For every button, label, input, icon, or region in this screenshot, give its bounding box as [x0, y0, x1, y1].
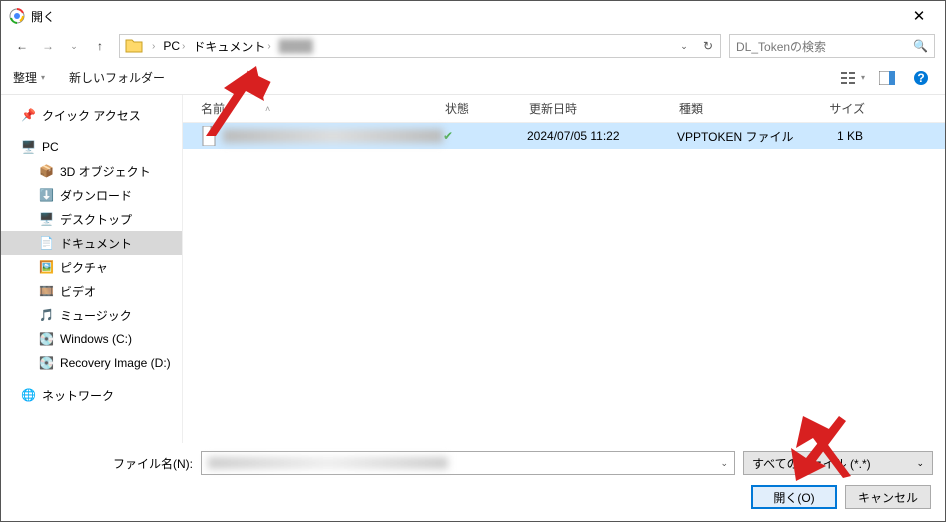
- up-button[interactable]: ↑: [89, 35, 111, 57]
- open-button[interactable]: 開く(O): [751, 485, 837, 509]
- pin-icon: 📌: [21, 108, 36, 122]
- file-type: VPPTOKEN ファイル: [677, 128, 797, 145]
- filename-value-redacted: [208, 457, 448, 469]
- window-title: 開く: [31, 8, 901, 25]
- sidebar-desktop[interactable]: 🖥️デスクトップ: [1, 207, 182, 231]
- file-row[interactable]: ✔ 2024/07/05 11:22 VPPTOKEN ファイル 1 KB: [183, 123, 945, 149]
- breadcrumb-documents[interactable]: ドキュメント ›: [189, 38, 274, 55]
- file-icon: [201, 126, 217, 146]
- view-options-button[interactable]: ▾: [841, 67, 865, 89]
- folder-icon: [124, 36, 144, 56]
- pc-icon: 🖥️: [21, 140, 36, 154]
- download-icon: ⬇️: [39, 188, 54, 202]
- music-icon: 🎵: [39, 308, 54, 322]
- desktop-icon: 🖥️: [39, 212, 54, 226]
- dropdown-icon[interactable]: ⌄: [672, 35, 696, 57]
- sidebar-3d-objects[interactable]: 📦3D オブジェクト: [1, 159, 182, 183]
- app-icon: [9, 8, 25, 24]
- sidebar-d-drive[interactable]: 💽Recovery Image (D:): [1, 351, 182, 375]
- search-placeholder: DL_Tokenの検索: [736, 38, 826, 55]
- back-button[interactable]: ←: [11, 35, 33, 57]
- sidebar-c-drive[interactable]: 💽Windows (C:): [1, 327, 182, 351]
- refresh-button[interactable]: ↻: [696, 35, 720, 57]
- svg-text:?: ?: [917, 71, 924, 85]
- sidebar-quick-access[interactable]: 📌 クイック アクセス: [1, 103, 182, 127]
- sidebar-pictures[interactable]: 🖼️ピクチャ: [1, 255, 182, 279]
- search-icon: 🔍: [913, 39, 928, 53]
- filename-label: ファイル名(N):: [13, 455, 193, 472]
- sidebar-music[interactable]: 🎵ミュージック: [1, 303, 182, 327]
- close-button[interactable]: ✕: [901, 1, 937, 31]
- sidebar: 📌 クイック アクセス 🖥️ PC 📦3D オブジェクト ⬇️ダウンロード 🖥️…: [1, 95, 183, 445]
- dropdown-icon[interactable]: ⌄: [720, 458, 728, 469]
- documents-icon: 📄: [39, 236, 54, 250]
- cancel-button[interactable]: キャンセル: [845, 485, 931, 509]
- sidebar-network[interactable]: 🌐ネットワーク: [1, 383, 182, 407]
- drive-icon: 💽: [39, 332, 54, 346]
- videos-icon: 🎞️: [39, 284, 54, 298]
- organize-menu[interactable]: 整理▾: [13, 69, 45, 86]
- help-button[interactable]: ?: [909, 67, 933, 89]
- forward-button[interactable]: →: [37, 35, 59, 57]
- file-size: 1 KB: [797, 129, 877, 143]
- recent-dropdown[interactable]: ⌄: [63, 35, 85, 57]
- sidebar-videos[interactable]: 🎞️ビデオ: [1, 279, 182, 303]
- pictures-icon: 🖼️: [39, 260, 54, 274]
- breadcrumb-redacted: ████: [275, 39, 317, 53]
- address-bar[interactable]: › PC › ドキュメント › ████ ⌄ ↻: [119, 34, 721, 58]
- file-name-redacted: [223, 129, 443, 143]
- dropdown-icon: ⌄: [916, 458, 924, 469]
- drive-icon: 💽: [39, 356, 54, 370]
- breadcrumb-pc[interactable]: PC ›: [159, 39, 189, 53]
- search-input[interactable]: DL_Tokenの検索 🔍: [729, 34, 935, 58]
- network-icon: 🌐: [21, 388, 36, 402]
- new-folder-button[interactable]: 新しいフォルダー: [69, 69, 165, 86]
- sidebar-downloads[interactable]: ⬇️ダウンロード: [1, 183, 182, 207]
- cube-icon: 📦: [39, 164, 54, 178]
- filename-input[interactable]: ⌄: [201, 451, 735, 475]
- sidebar-pc[interactable]: 🖥️ PC: [1, 135, 182, 159]
- preview-pane-button[interactable]: [875, 67, 899, 89]
- file-list-header[interactable]: 名前˄ 状態 更新日時 種類 サイズ: [183, 95, 945, 123]
- status-synced-icon: ✔: [443, 129, 453, 143]
- filetype-filter[interactable]: すべてのファイル (*.*) ⌄: [743, 451, 933, 475]
- sidebar-documents[interactable]: 📄ドキュメント: [1, 231, 182, 255]
- file-date: 2024/07/05 11:22: [527, 129, 677, 143]
